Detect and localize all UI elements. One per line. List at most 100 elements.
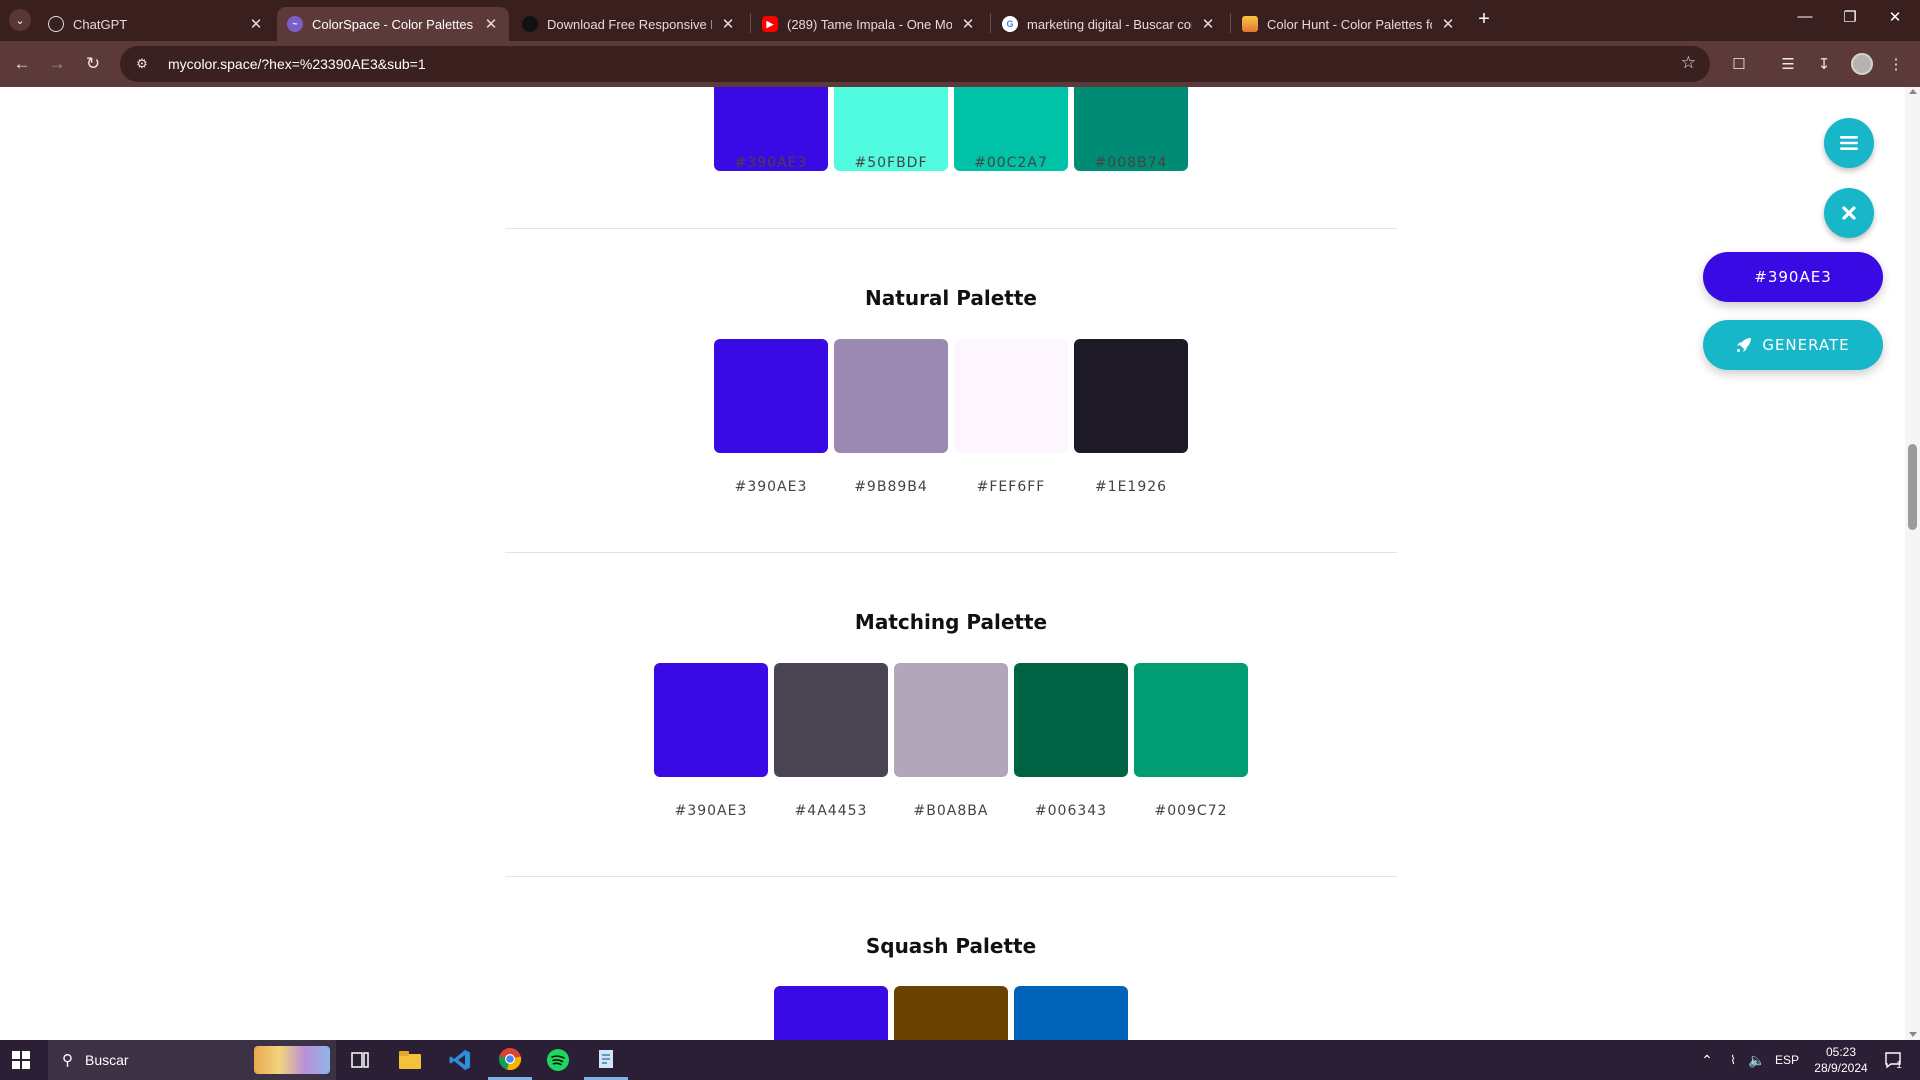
hex-label: #390AE3 [734, 479, 808, 495]
color-swatch[interactable] [1074, 339, 1188, 453]
vscode-icon[interactable] [438, 1040, 482, 1080]
tab-colorhunt[interactable]: Color Hunt - Color Palettes for D ✕ [1232, 7, 1466, 41]
iconsite-icon [522, 16, 538, 32]
scroll-up-arrow-icon[interactable] [1909, 89, 1917, 94]
hex-label: #4A4453 [794, 803, 868, 819]
chatgpt-icon [48, 16, 64, 32]
color-swatch[interactable] [1014, 663, 1128, 777]
color-swatch[interactable] [774, 663, 888, 777]
tab-title: marketing digital - Buscar con G [1027, 16, 1192, 32]
palette-title: Natural Palette [865, 286, 1037, 310]
tab-separator [1230, 13, 1231, 33]
color-swatch[interactable] [1134, 663, 1248, 777]
current-hex-text: #390AE3 [1754, 268, 1832, 286]
section-divider [505, 876, 1397, 877]
hex-label: #390AE3 [674, 803, 748, 819]
search-highlight-illustration [254, 1046, 330, 1074]
palette-title: Matching Palette [854, 610, 1048, 634]
tab-close-icon[interactable]: ✕ [248, 15, 264, 33]
close-icon [1842, 206, 1856, 220]
windows-start-icon[interactable] [12, 1051, 30, 1069]
window-close-icon[interactable]: ✕ [1875, 8, 1915, 26]
chrome-icon[interactable] [488, 1040, 532, 1080]
profile-avatar[interactable] [1851, 53, 1873, 75]
tab-title: Color Hunt - Color Palettes for D [1267, 16, 1432, 32]
extensions-icon[interactable]: ☐ [1727, 52, 1751, 76]
hex-label: #50FBDF [854, 155, 928, 171]
tray-overflow-chevron-icon[interactable]: ⌃ [1696, 1040, 1718, 1080]
minimize-icon[interactable]: — [1785, 8, 1825, 25]
colorhunt-icon [1242, 16, 1258, 32]
tab-download-icons[interactable]: Download Free Responsive Icon ✕ [512, 7, 746, 41]
close-panel-button[interactable] [1824, 188, 1874, 238]
url-text[interactable]: mycolor.space/?hex=%23390AE3&sub=1 [168, 56, 426, 72]
clock[interactable]: 05:23 28/9/2024 [1806, 1040, 1876, 1080]
network-icon[interactable]: ⌇ [1722, 1040, 1744, 1080]
new-tab-plus-icon[interactable]: + [1472, 8, 1496, 31]
tab-title: (289) Tame Impala - One More [787, 16, 952, 32]
address-bar[interactable]: ⚙ mycolor.space/?hex=%23390AE3&sub=1 ☆ [120, 46, 1710, 82]
tab-close-icon[interactable]: ✕ [960, 15, 976, 33]
tab-close-icon[interactable]: ✕ [720, 15, 736, 33]
color-swatch[interactable] [654, 663, 768, 777]
hex-label: #006343 [1034, 803, 1108, 819]
restore-icon[interactable]: ❐ [1830, 8, 1870, 26]
tab-close-icon[interactable]: ✕ [1200, 15, 1216, 33]
hex-label: #1E1926 [1094, 479, 1168, 495]
reload-icon[interactable]: ↻ [81, 52, 105, 76]
google-icon: G [1002, 16, 1018, 32]
spotify-icon[interactable] [536, 1040, 580, 1080]
scroll-thumb[interactable] [1908, 444, 1917, 530]
tab-separator [990, 13, 991, 33]
hex-label: #009C72 [1154, 803, 1228, 819]
media-queue-icon[interactable]: ☰ [1776, 52, 1800, 76]
notepad-icon[interactable] [584, 1040, 628, 1080]
language-indicator[interactable]: ESP [1772, 1040, 1802, 1080]
color-swatch[interactable] [894, 663, 1008, 777]
tab-title: Download Free Responsive Icon [547, 16, 712, 32]
tab-chatgpt[interactable]: ChatGPT ✕ [38, 7, 274, 41]
tab-search-chevron-icon[interactable]: ⌄ [9, 9, 31, 31]
taskbar-search-box[interactable]: ⚲ Buscar [48, 1040, 336, 1080]
tab-youtube[interactable]: ▶ (289) Tame Impala - One More ✕ [752, 7, 986, 41]
color-swatch[interactable] [954, 339, 1068, 453]
color-swatch[interactable] [714, 339, 828, 453]
palette-title: Squash Palette [865, 934, 1037, 958]
forward-arrow-icon[interactable]: → [45, 52, 69, 76]
task-view-icon[interactable] [338, 1040, 382, 1080]
clock-time: 05:23 [1825, 1045, 1857, 1059]
notification-center-icon[interactable]: 1 [1876, 1040, 1910, 1080]
browser-toolbar: ← → ↻ ⚙ mycolor.space/?hex=%23390AE3&sub… [0, 41, 1920, 87]
bookmark-star-icon[interactable]: ☆ [1681, 53, 1696, 73]
site-info-icon[interactable]: ⚙ [130, 52, 154, 76]
tab-colorspace[interactable]: ~ ColorSpace - Color Palettes Gen ✕ [277, 7, 509, 41]
tab-close-icon[interactable]: ✕ [483, 15, 499, 33]
color-swatch[interactable] [834, 339, 948, 453]
rocket-icon [1737, 338, 1752, 352]
file-explorer-icon[interactable] [388, 1040, 432, 1080]
colorspace-icon: ~ [287, 16, 303, 32]
generate-button[interactable]: GENERATE [1703, 320, 1883, 370]
current-color-pill[interactable]: #390AE3 [1703, 252, 1883, 302]
hex-label: #B0A8BA [913, 803, 989, 819]
page-content: #390AE3 #50FBDF #00C2A7 #008B74 Natural … [0, 87, 1905, 1040]
section-divider [505, 228, 1397, 229]
kebab-menu-icon[interactable]: ⋮ [1884, 52, 1908, 76]
back-arrow-icon[interactable]: ← [10, 52, 34, 76]
color-swatch[interactable] [894, 986, 1008, 1040]
menu-button[interactable] [1824, 118, 1874, 168]
download-icon[interactable]: ↧ [1812, 52, 1836, 76]
tab-google[interactable]: G marketing digital - Buscar con G ✕ [992, 7, 1226, 41]
menu-icon [1840, 136, 1858, 150]
volume-icon[interactable]: 🔈 [1746, 1040, 1768, 1080]
scroll-down-arrow-icon[interactable] [1909, 1032, 1917, 1037]
hex-label: #008B74 [1094, 155, 1168, 171]
page-scrollbar[interactable] [1905, 87, 1920, 1040]
color-swatch[interactable] [1014, 986, 1128, 1040]
hex-label: #FEF6FF [976, 479, 1046, 495]
youtube-icon: ▶ [762, 16, 778, 32]
hex-label: #390AE3 [734, 155, 808, 171]
color-swatch[interactable] [774, 986, 888, 1040]
taskbar-search-placeholder: Buscar [85, 1052, 129, 1068]
tab-close-icon[interactable]: ✕ [1440, 15, 1456, 33]
